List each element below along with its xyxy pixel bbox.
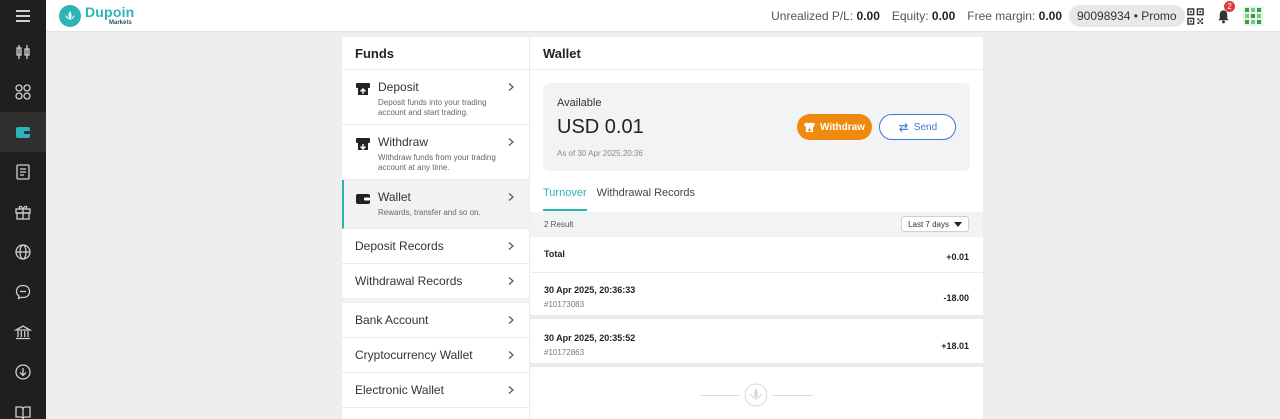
chevron-right-icon (508, 351, 514, 359)
caret-down-icon (954, 221, 962, 227)
wallet-icon[interactable] (0, 112, 46, 152)
withdraw-icon (356, 138, 370, 150)
record-amount: +18.01 (941, 341, 969, 351)
total-amount: +0.01 (946, 252, 969, 262)
account-stats: Unrealized P/L: 0.00 Equity: 0.00 Free m… (759, 0, 1062, 32)
tab-turnover[interactable]: Turnover (543, 187, 587, 211)
gift-icon[interactable] (0, 192, 46, 232)
chart-candles-icon[interactable] (0, 32, 46, 72)
end-of-list-marker (700, 383, 813, 407)
chevron-right-icon (508, 386, 514, 394)
record-amount: -18.00 (943, 293, 969, 303)
chevron-right-icon (508, 242, 514, 250)
brand-sub: Markets (109, 20, 132, 26)
balance-timestamp: As of 30 Apr 2025,20:36 (557, 149, 643, 158)
funds-title: Funds (342, 37, 529, 70)
table-row[interactable]: 30 Apr 2025, 20:35:52 #10172863 +18.01 (530, 322, 983, 367)
withdraw-button[interactable]: Withdraw (797, 114, 872, 140)
globe-icon[interactable] (0, 232, 46, 272)
news-icon[interactable] (0, 152, 46, 192)
funds-item-deposit-records[interactable]: Deposit Records (342, 229, 529, 264)
result-count: 2 Result (544, 220, 574, 229)
funds-item-crypto-wallet[interactable]: Cryptocurrency Wallet (342, 338, 529, 373)
account-selector[interactable]: 90098934 • Promo (1069, 5, 1185, 27)
bank-icon[interactable] (0, 312, 46, 352)
funds-item-withdraw[interactable]: Withdraw Withdraw funds from your tradin… (342, 125, 529, 180)
chat-icon[interactable] (0, 272, 46, 312)
withdraw-label: Withdraw (378, 135, 429, 149)
total-label: Total (544, 249, 565, 259)
deposit-desc: Deposit funds into your trading account … (378, 98, 487, 117)
record-date: 30 Apr 2025, 20:35:52 (544, 333, 636, 343)
wallet-panel: Wallet Available USD 0.01 As of 30 Apr 2… (530, 37, 983, 419)
available-value: USD 0.01 (557, 116, 644, 138)
funds-panel: Funds Deposit Deposit funds into your tr… (342, 37, 530, 419)
brand-name: Dupoin (85, 4, 135, 20)
withdraw-icon (804, 122, 815, 132)
total-row: Total +0.01 (530, 237, 983, 273)
free-margin: Free margin: 0.00 (967, 9, 1062, 23)
funds-item-withdrawal-records[interactable]: Withdrawal Records (342, 264, 529, 299)
withdraw-desc: Withdraw funds from your trading account… (378, 153, 496, 172)
chevron-right-icon (508, 316, 514, 324)
chevron-right-icon (508, 193, 514, 201)
available-label: Available (557, 97, 602, 109)
download-icon[interactable] (0, 352, 46, 392)
record-date: 30 Apr 2025, 20:36:33 (544, 285, 636, 295)
chevron-right-icon (508, 138, 514, 146)
chevron-right-icon (508, 277, 514, 285)
qr-code-icon[interactable] (1184, 5, 1206, 27)
book-icon[interactable] (0, 392, 46, 419)
sidebar (0, 32, 46, 419)
menu-icon[interactable] (0, 0, 46, 32)
equity: Equity: 0.00 (891, 9, 956, 23)
result-bar: 2 Result Last 7 days (530, 212, 983, 237)
funds-item-deposit[interactable]: Deposit Deposit funds into your trading … (342, 70, 529, 125)
wallet-tabs: Turnover Withdrawal Records (543, 187, 705, 211)
brand-logo[interactable]: Dupoin Markets (59, 4, 135, 27)
unrealized-pl: Unrealized P/L: 0.00 (771, 9, 880, 23)
date-range-dropdown[interactable]: Last 7 days (901, 216, 969, 232)
transfer-icon (898, 122, 908, 132)
deposit-icon (356, 83, 370, 95)
wallet-desc: Rewards, transfer and so on. (378, 208, 481, 217)
record-id: #10172863 (544, 348, 585, 357)
tab-withdrawal-records[interactable]: Withdrawal Records (597, 187, 695, 211)
wallet-label: Wallet (378, 190, 411, 204)
send-button[interactable]: Send (879, 114, 956, 140)
chevron-right-icon (508, 83, 514, 91)
bell-icon[interactable]: 2 (1212, 1, 1235, 27)
avatar[interactable] (1242, 5, 1264, 27)
record-id: #10173083 (544, 300, 585, 309)
table-row[interactable]: 30 Apr 2025, 20:36:33 #10173083 -18.00 (530, 274, 983, 319)
deposit-label: Deposit (378, 80, 419, 94)
notification-badge: 2 (1224, 1, 1235, 12)
lotus-logo-icon (59, 4, 81, 27)
top-bar: Dupoin Markets Unrealized P/L: 0.00 Equi… (0, 0, 1280, 32)
funds-item-bank-account[interactable]: Bank Account (342, 303, 529, 338)
wallet-icon (356, 194, 370, 204)
lotus-logo-icon (744, 383, 768, 407)
apps-grid-icon[interactable] (0, 72, 46, 112)
available-balance-card: Available USD 0.01 As of 30 Apr 2025,20:… (543, 83, 970, 171)
funds-item-wallet[interactable]: Wallet Rewards, transfer and so on. (342, 180, 529, 229)
wallet-title: Wallet (530, 37, 983, 70)
funds-item-electronic-wallet[interactable]: Electronic Wallet (342, 373, 529, 408)
